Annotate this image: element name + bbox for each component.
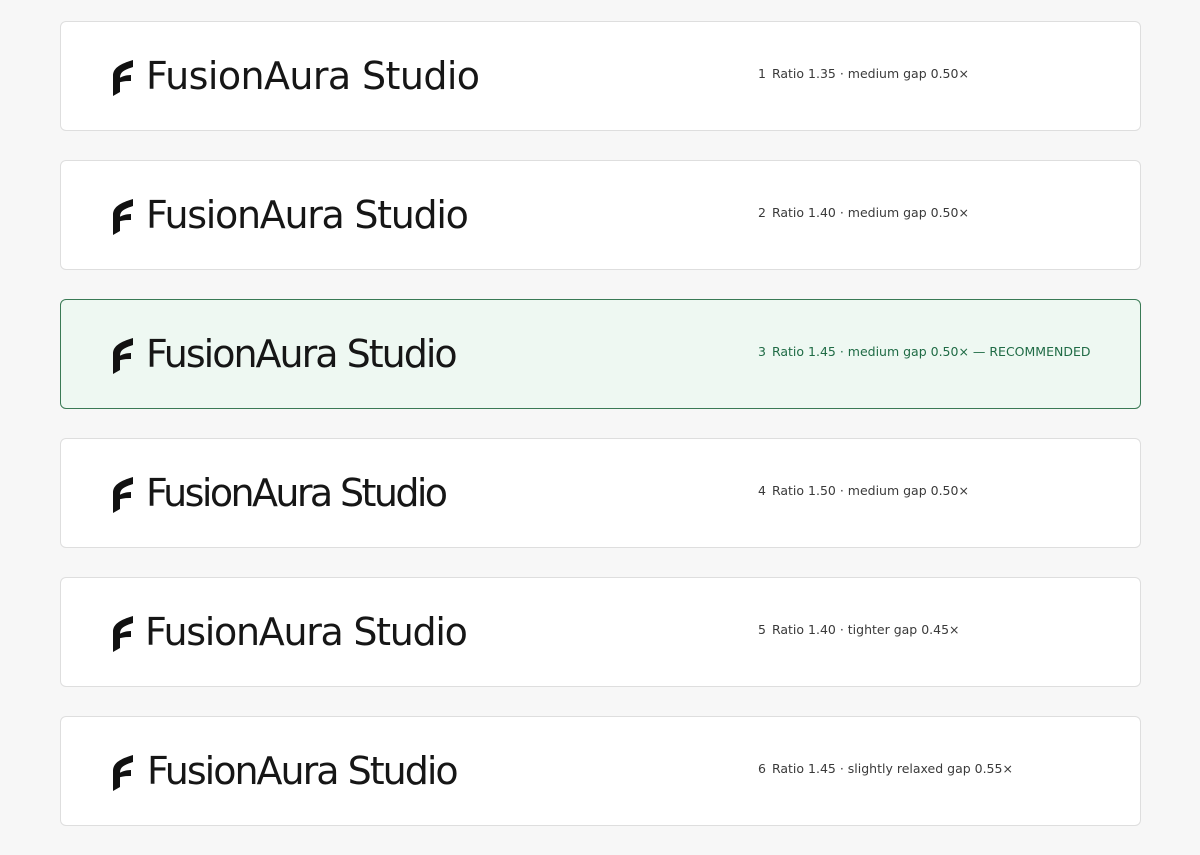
logo-lockup: FusionAura Studio xyxy=(110,300,458,408)
stylized-f-logo-icon xyxy=(113,755,133,791)
variant-caption: 2 Ratio 1.40 · medium gap 0.50× xyxy=(758,205,969,220)
logo-lockup: FusionAura Studio xyxy=(110,22,480,130)
variant-description: Ratio 1.45 · medium gap 0.50× — RECOMMEN… xyxy=(771,344,1091,359)
variant-card-3-recommended[interactable]: FusionAura Studio 3 Ratio 1.45 · medium g… xyxy=(60,299,1141,409)
variant-list: FusionAura Studio 1 Ratio 1.35 · medium g… xyxy=(60,21,1141,855)
logo-lockup: FusionAura Studio xyxy=(110,161,469,269)
variant-number: 4 xyxy=(758,483,766,498)
variant-number: 3 xyxy=(758,344,766,359)
variant-number: 6 xyxy=(758,761,766,776)
variant-number: 1 xyxy=(758,66,766,81)
variant-caption: 5 Ratio 1.40 · tighter gap 0.45× xyxy=(758,622,960,637)
variant-card-6[interactable]: FusionAura Studio 6 Ratio 1.45 · slightly… xyxy=(60,716,1141,826)
logo-lockup: FusionAura Studio xyxy=(110,717,459,825)
stylized-f-logo-icon xyxy=(113,477,133,513)
logo-lockup: FusionAura Studio xyxy=(110,578,468,686)
variant-description: Ratio 1.50 · medium gap 0.50× xyxy=(771,483,969,498)
brand-wordmark: FusionAura Studio xyxy=(147,749,459,793)
variant-description: Ratio 1.40 · medium gap 0.50× xyxy=(771,205,969,220)
variant-card-1[interactable]: FusionAura Studio 1 Ratio 1.35 · medium g… xyxy=(60,21,1141,131)
stylized-f-logo-icon xyxy=(113,199,133,235)
brand-wordmark: FusionAura Studio xyxy=(146,471,448,515)
variant-description: Ratio 1.40 · tighter gap 0.45× xyxy=(771,622,960,637)
variant-card-2[interactable]: FusionAura Studio 2 Ratio 1.40 · medium g… xyxy=(60,160,1141,270)
variant-number: 2 xyxy=(758,205,766,220)
brand-wordmark: FusionAura Studio xyxy=(146,332,458,376)
stylized-f-logo-icon xyxy=(113,60,133,96)
brand-wordmark: FusionAura Studio xyxy=(145,610,468,654)
variant-card-5[interactable]: FusionAura Studio 5 Ratio 1.40 · tighter … xyxy=(60,577,1141,687)
variant-caption: 3 Ratio 1.45 · medium gap 0.50× — RECOMME… xyxy=(758,344,1091,359)
variant-number: 5 xyxy=(758,622,766,637)
logo-lockup: FusionAura Studio xyxy=(110,439,448,547)
variant-caption: 6 Ratio 1.45 · slightly relaxed gap 0.55× xyxy=(758,761,1013,776)
variant-description: Ratio 1.45 · slightly relaxed gap 0.55× xyxy=(771,761,1013,776)
brand-wordmark: FusionAura Studio xyxy=(146,54,480,98)
stylized-f-logo-icon xyxy=(113,616,133,652)
variant-description: Ratio 1.35 · medium gap 0.50× xyxy=(771,66,969,81)
variant-caption: 4 Ratio 1.50 · medium gap 0.50× xyxy=(758,483,969,498)
variant-caption: 1 Ratio 1.35 · medium gap 0.50× xyxy=(758,66,969,81)
brand-wordmark: FusionAura Studio xyxy=(146,193,469,237)
variant-card-4[interactable]: FusionAura Studio 4 Ratio 1.50 · medium g… xyxy=(60,438,1141,548)
stylized-f-logo-icon xyxy=(113,338,133,374)
